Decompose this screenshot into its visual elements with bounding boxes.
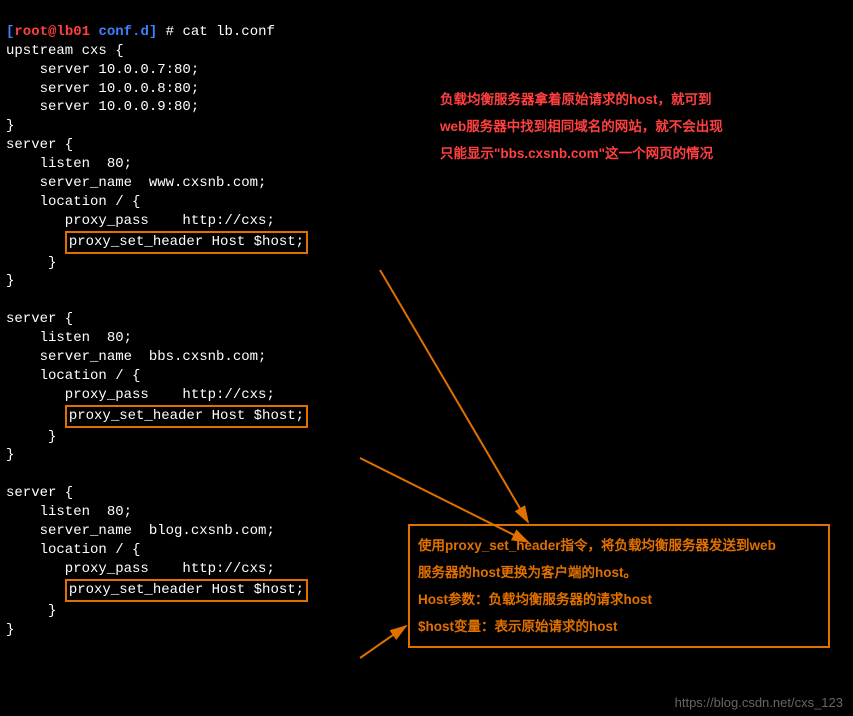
annotation-top: 负载均衡服务器拿着原始请求的host，就可到 web服务器中找到相同域名的网站，… <box>440 86 723 167</box>
highlight-2: proxy_set_header Host $host; <box>65 405 308 428</box>
watermark: https://blog.csdn.net/cxs_123 <box>675 695 843 710</box>
highlight-3: proxy_set_header Host $host; <box>65 579 308 602</box>
annotation-box: 使用proxy_set_header指令，将负载均衡服务器发送到web 服务器的… <box>408 524 830 648</box>
highlight-1: proxy_set_header Host $host; <box>65 231 308 254</box>
